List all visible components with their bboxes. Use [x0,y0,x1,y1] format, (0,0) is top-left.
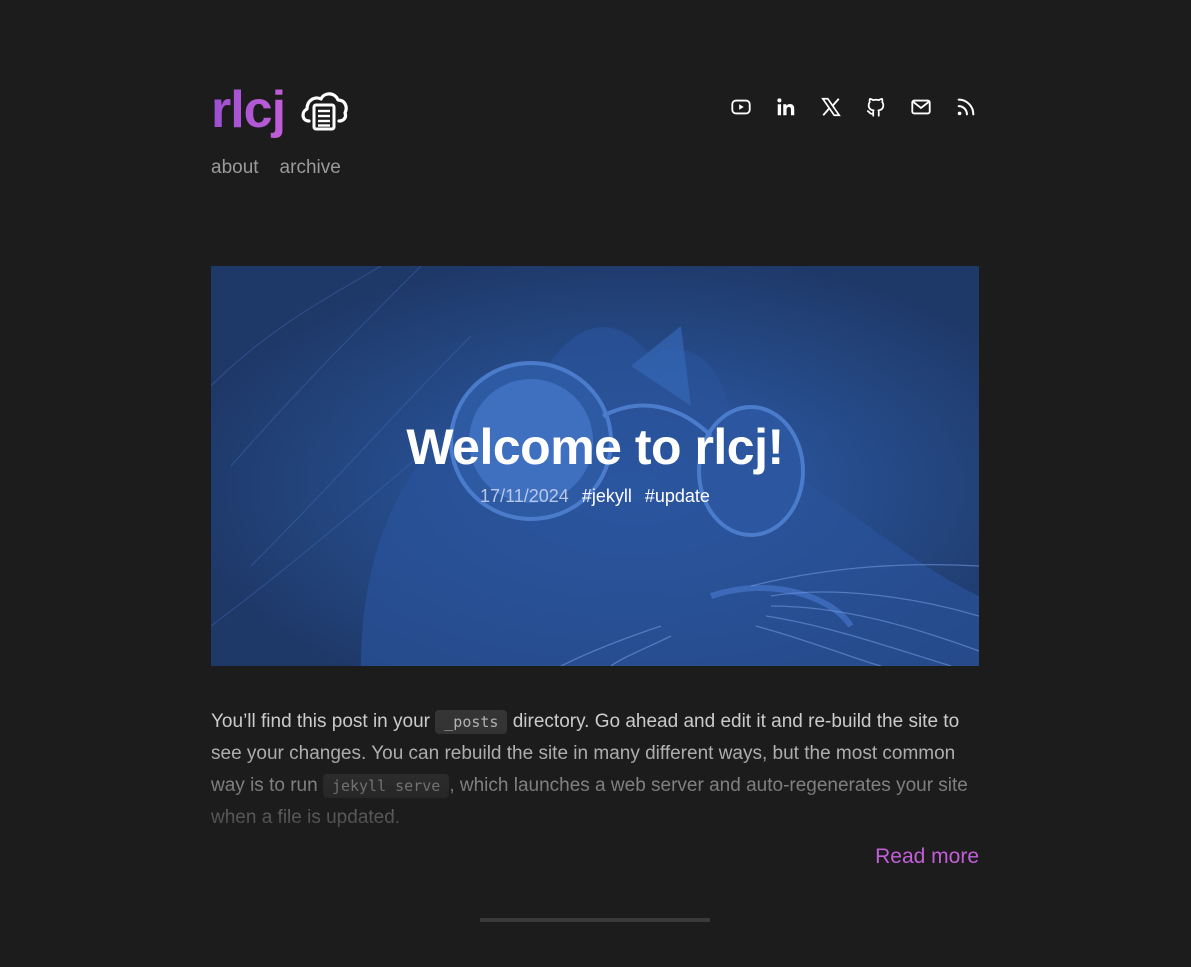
mail-icon[interactable] [908,94,934,120]
read-more-link[interactable]: Read more [875,845,979,869]
post-meta: 17/11/2024 #jekyll #update [211,486,979,507]
post-excerpt: You’ll find this post in your _posts dir… [211,706,979,834]
linkedin-icon[interactable] [773,94,799,120]
nav-item-about[interactable]: about [211,157,259,179]
excerpt-code-jekyll-serve: jekyll serve [322,774,450,798]
tag-update[interactable]: #update [645,486,710,506]
nav-item-archive[interactable]: archive [280,157,341,179]
excerpt-text-1: You’ll find this post in your [211,711,436,732]
printer-cloud-icon [299,87,349,133]
main-nav: about archive [211,157,341,179]
excerpt-code-posts: _posts [435,710,508,734]
youtube-icon[interactable] [728,94,754,120]
post-date: 17/11/2024 [480,486,569,506]
github-icon[interactable] [863,94,889,120]
site-header-brand: rlcj [211,80,349,140]
post-hero-banner[interactable]: Welcome to rlcj! 17/11/2024 #jekyll #upd… [211,266,979,666]
rss-icon[interactable] [953,94,979,120]
post-title[interactable]: Welcome to rlcj! [211,418,979,476]
post-divider [480,918,710,922]
site-title-link[interactable]: rlcj [211,80,286,140]
tag-jekyll[interactable]: #jekyll [582,486,632,506]
social-links [728,94,979,120]
x-icon[interactable] [818,94,844,120]
